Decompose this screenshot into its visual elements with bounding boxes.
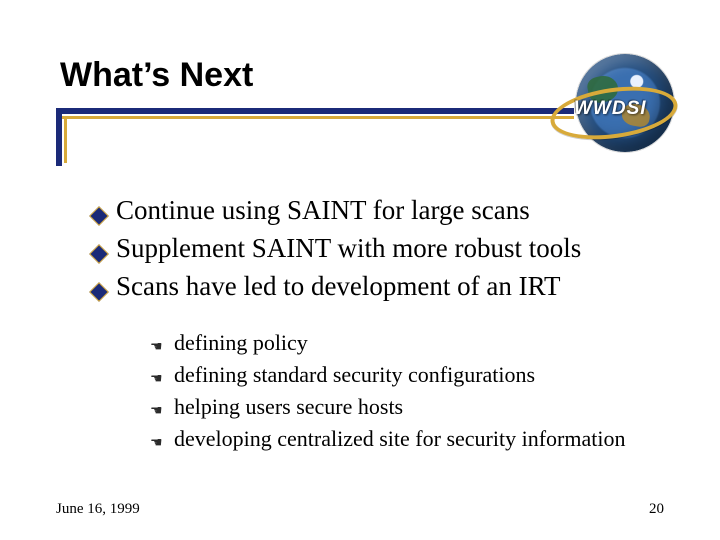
slide: What’s Next WWDSI Continue using SAINT f… [0, 0, 720, 540]
bullet-list: Continue using SAINT for large scans Sup… [92, 192, 672, 306]
bullet-item: Scans have led to development of an IRT [92, 268, 672, 304]
diamond-bullet-icon [92, 285, 106, 299]
bullet-item: Continue using SAINT for large scans [92, 192, 672, 228]
sub-bullet-list: ☚ defining policy ☚ defining standard se… [150, 328, 672, 456]
sub-bullet-text: helping users secure hosts [174, 392, 403, 422]
diamond-bullet-icon [92, 247, 106, 261]
bullet-item: Supplement SAINT with more robust tools [92, 230, 672, 266]
sub-bullet-item: ☚ developing centralized site for securi… [150, 424, 672, 454]
title-rule-primary [56, 108, 574, 114]
footer-date: June 16, 1999 [56, 501, 140, 518]
sub-bullet-item: ☚ helping users secure hosts [150, 392, 672, 422]
sub-bullet-text: developing centralized site for security… [174, 424, 625, 454]
footer-page-number: 20 [649, 501, 664, 518]
hand-bullet-icon: ☚ [150, 339, 166, 356]
sub-bullet-text: defining standard security configuration… [174, 360, 535, 390]
sub-bullet-text: defining policy [174, 328, 308, 358]
slide-title: What’s Next [60, 56, 253, 95]
hand-bullet-icon: ☚ [150, 435, 166, 452]
hand-bullet-icon: ☚ [150, 403, 166, 420]
diamond-bullet-icon [92, 209, 106, 223]
logo-text: WWDSI [574, 98, 647, 120]
sub-bullet-item: ☚ defining standard security configurati… [150, 360, 672, 390]
title-rule-vertical-accent [64, 119, 67, 163]
title-rule-accent [56, 116, 574, 119]
title-rule-vertical-primary [56, 114, 62, 166]
bullet-text: Continue using SAINT for large scans [116, 192, 530, 228]
bullet-text: Scans have led to development of an IRT [116, 268, 561, 304]
bullet-text: Supplement SAINT with more robust tools [116, 230, 581, 266]
sub-bullet-item: ☚ defining policy [150, 328, 672, 358]
logo: WWDSI [556, 54, 674, 156]
hand-bullet-icon: ☚ [150, 371, 166, 388]
